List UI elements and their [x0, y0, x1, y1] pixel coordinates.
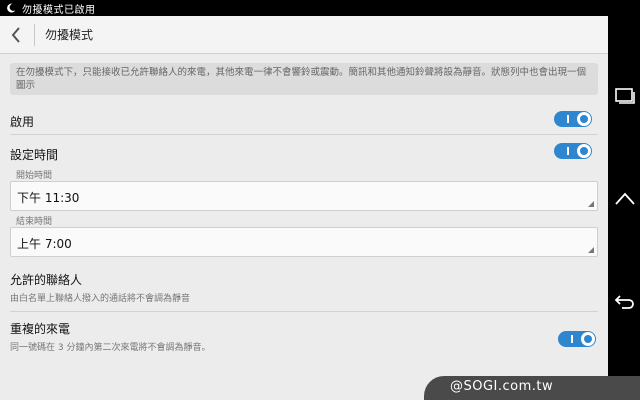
toggle-knob	[577, 144, 591, 158]
end-time-value: 上午 7:00	[17, 237, 72, 251]
app-bar: 勿擾模式	[0, 16, 608, 54]
divider	[34, 23, 35, 46]
moon-icon	[7, 3, 16, 13]
toggle-on-mark	[571, 335, 573, 343]
enable-row[interactable]: 啟用	[10, 111, 598, 130]
recent-apps-icon[interactable]	[614, 86, 636, 106]
allowed-contacts-label: 允許的聯絡人	[10, 273, 83, 287]
back-nav-icon[interactable]	[614, 292, 636, 312]
status-bar: 勿擾模式已啟用	[0, 0, 608, 16]
navigation-bar	[608, 0, 640, 400]
divider	[10, 311, 598, 312]
watermark: @SOGI.com.tw	[424, 376, 640, 400]
info-notice: 在勿擾模式下，只能接收已允許聯絡人的來電，其他來電一律不會響鈴或震動。簡訊和其他…	[10, 63, 598, 95]
dropdown-corner-icon	[588, 247, 594, 253]
schedule-label: 設定時間	[10, 148, 59, 162]
toggle-on-mark	[567, 115, 569, 123]
toggle-knob	[581, 332, 595, 346]
back-button[interactable]	[2, 16, 30, 54]
schedule-row[interactable]: 設定時間	[10, 144, 598, 163]
start-time-value: 下午 11:30	[17, 191, 80, 205]
repeat-callers-toggle[interactable]	[558, 331, 596, 347]
home-icon[interactable]	[614, 190, 636, 210]
end-time-label: 結束時間	[16, 217, 53, 227]
repeat-callers-label: 重複的來電	[10, 322, 71, 336]
page-title: 勿擾模式	[45, 28, 94, 42]
toggle-on-mark	[567, 147, 569, 155]
schedule-toggle[interactable]	[554, 143, 592, 159]
end-time-field[interactable]: 上午 7:00	[10, 227, 598, 257]
enable-toggle[interactable]	[554, 111, 592, 127]
chevron-left-icon	[11, 26, 20, 43]
enable-label: 啟用	[10, 115, 35, 129]
repeat-callers-row[interactable]: 重複的來電 同一號碼在 3 分鐘內第二次來電將不會調為靜音。	[10, 320, 598, 353]
dropdown-corner-icon	[588, 201, 594, 207]
repeat-callers-description: 同一號碼在 3 分鐘內第二次來電將不會調為靜音。	[10, 343, 211, 353]
divider	[10, 134, 598, 135]
start-time-label: 開始時間	[16, 171, 53, 181]
allowed-contacts-row[interactable]: 允許的聯絡人 由白名單上聯絡人撥入的通話將不會調為靜音	[10, 271, 598, 304]
toggle-knob	[577, 112, 591, 126]
status-text: 勿擾模式已啟用	[22, 4, 96, 16]
allowed-contacts-description: 由白名單上聯絡人撥入的通話將不會調為靜音	[10, 294, 191, 304]
start-time-field[interactable]: 下午 11:30	[10, 181, 598, 211]
